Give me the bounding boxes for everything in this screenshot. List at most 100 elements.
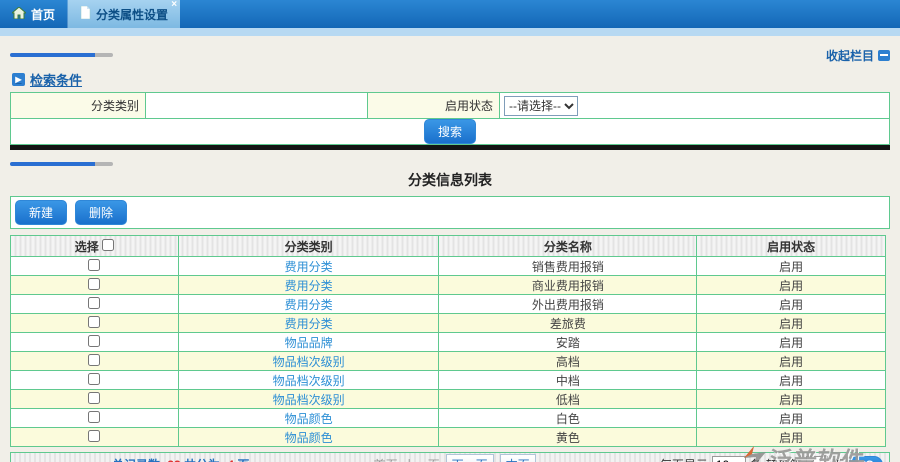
per-page-unit: 条 xyxy=(750,456,762,462)
category-link[interactable]: 物品档次级别 xyxy=(273,374,345,388)
category-name: 高档 xyxy=(439,352,697,371)
pager-links: 首页 上一页 下一页 末页 xyxy=(374,454,536,462)
total-label: 总记录数: xyxy=(112,458,164,462)
category-link[interactable]: 物品颜色 xyxy=(285,412,333,426)
category-name: 差旅费 xyxy=(439,314,697,333)
table-row: 费用分类 销售费用报销 启用 xyxy=(11,257,886,276)
header-category-label: 分类类别 xyxy=(178,236,439,257)
row-checkbox[interactable] xyxy=(88,335,100,347)
prev-page-link[interactable]: 上一页 xyxy=(404,456,440,462)
new-button[interactable]: 新建 xyxy=(15,200,67,225)
section-divider xyxy=(10,145,890,150)
row-checkbox[interactable] xyxy=(88,373,100,385)
table-row: 物品颜色 白色 启用 xyxy=(11,409,886,428)
category-link[interactable]: 物品品牌 xyxy=(285,336,333,350)
category-link[interactable]: 物品档次级别 xyxy=(273,393,345,407)
collapse-columns-link[interactable]: 收起栏目 xyxy=(826,47,890,64)
enable-status-select[interactable]: --请选择-- xyxy=(504,96,578,116)
status-value: 启用 xyxy=(697,314,886,333)
table-row: 费用分类 商业费用报销 启用 xyxy=(11,276,886,295)
total-count: 32 xyxy=(167,458,180,462)
row-checkbox[interactable] xyxy=(88,392,100,404)
pages-label: 共分为: xyxy=(184,458,224,462)
record-summary: 总记录数: 32 共分为: 4 页 xyxy=(112,456,249,462)
tab-category-settings[interactable]: 分类属性设置 × xyxy=(68,0,180,28)
next-page-link[interactable]: 下一页 xyxy=(446,454,494,462)
goto-page-input[interactable] xyxy=(806,456,828,462)
row-checkbox[interactable] xyxy=(88,411,100,423)
per-page-input[interactable] xyxy=(712,456,746,462)
go-button[interactable]: GO xyxy=(848,456,883,462)
row-checkbox[interactable] xyxy=(88,316,100,328)
table-header-row: 选择 分类类别 分类名称 启用状态 xyxy=(11,236,886,257)
tab-category-settings-label: 分类属性设置 xyxy=(96,6,168,23)
row-checkbox[interactable] xyxy=(88,430,100,442)
tab-close-icon[interactable]: × xyxy=(171,0,177,10)
delete-button[interactable]: 删除 xyxy=(75,200,127,225)
category-name: 白色 xyxy=(439,409,697,428)
category-table: 选择 分类类别 分类名称 启用状态 费用分类 销售费用报销 启用 费用分类 商业… xyxy=(10,235,886,447)
category-link[interactable]: 费用分类 xyxy=(285,317,333,331)
last-page-link[interactable]: 末页 xyxy=(500,454,536,462)
category-name: 外出费用报销 xyxy=(439,295,697,314)
home-icon xyxy=(12,7,26,22)
collapse-icon xyxy=(878,50,890,61)
per-page-controls: 每页显示 条 转到第 页 GO xyxy=(660,456,883,462)
enable-status-label: 启用状态 xyxy=(368,93,500,119)
header-select-label: 选择 xyxy=(75,240,99,254)
arrow-right-icon: ▶ xyxy=(12,73,25,86)
status-value: 启用 xyxy=(697,428,886,447)
row-checkbox[interactable] xyxy=(88,297,100,309)
search-form: 分类类别 启用状态 --请选择-- 搜索 xyxy=(10,92,890,145)
row-checkbox[interactable] xyxy=(88,278,100,290)
category-link[interactable]: 费用分类 xyxy=(285,298,333,312)
row-checkbox[interactable] xyxy=(88,259,100,271)
goto-label: 转到第 xyxy=(766,456,802,462)
status-value: 启用 xyxy=(697,390,886,409)
per-page-label: 每页显示 xyxy=(660,456,708,462)
table-row: 物品品牌 安踏 启用 xyxy=(11,333,886,352)
category-name: 商业费用报销 xyxy=(439,276,697,295)
progress-indicator-list xyxy=(10,162,113,166)
select-all-checkbox[interactable] xyxy=(102,239,114,251)
status-value: 启用 xyxy=(697,371,886,390)
search-criteria-toggle[interactable]: ▶ 检索条件 xyxy=(12,70,890,89)
tab-bar: 首页 分类属性设置 × xyxy=(0,0,900,28)
header-name-label: 分类名称 xyxy=(439,236,697,257)
sub-bar xyxy=(0,28,900,36)
progress-indicator-top xyxy=(10,53,113,57)
status-value: 启用 xyxy=(697,295,886,314)
tab-home[interactable]: 首页 xyxy=(0,0,68,28)
category-link[interactable]: 物品档次级别 xyxy=(273,355,345,369)
category-name: 安踏 xyxy=(439,333,697,352)
list-title: 分类信息列表 xyxy=(10,170,890,190)
header-status-label: 启用状态 xyxy=(697,236,886,257)
category-name: 销售费用报销 xyxy=(439,257,697,276)
category-type-label: 分类类别 xyxy=(11,93,146,119)
category-type-input[interactable] xyxy=(146,95,367,117)
category-link[interactable]: 费用分类 xyxy=(285,260,333,274)
row-checkbox[interactable] xyxy=(88,354,100,366)
table-row: 费用分类 外出费用报销 启用 xyxy=(11,295,886,314)
category-name: 黄色 xyxy=(439,428,697,447)
pagination-bar: 总记录数: 32 共分为: 4 页 首页 上一页 下一页 末页 每页显示 条 转… xyxy=(10,452,890,462)
pages-count: 4 xyxy=(227,458,234,462)
search-button[interactable]: 搜索 xyxy=(424,119,476,144)
table-row: 物品档次级别 中档 启用 xyxy=(11,371,886,390)
pages-unit: 页 xyxy=(237,458,249,462)
search-criteria-label: 检索条件 xyxy=(30,70,82,89)
table-row: 物品档次级别 高档 启用 xyxy=(11,352,886,371)
category-link[interactable]: 物品颜色 xyxy=(285,431,333,445)
goto-unit: 页 xyxy=(832,456,844,462)
category-link[interactable]: 费用分类 xyxy=(285,279,333,293)
first-page-link[interactable]: 首页 xyxy=(374,456,398,462)
status-value: 启用 xyxy=(697,352,886,371)
status-value: 启用 xyxy=(697,333,886,352)
status-value: 启用 xyxy=(697,409,886,428)
table-row: 费用分类 差旅费 启用 xyxy=(11,314,886,333)
table-row: 物品颜色 黄色 启用 xyxy=(11,428,886,447)
status-value: 启用 xyxy=(697,276,886,295)
category-name: 中档 xyxy=(439,371,697,390)
category-name: 低档 xyxy=(439,390,697,409)
list-toolbar: 新建 删除 xyxy=(10,196,890,229)
